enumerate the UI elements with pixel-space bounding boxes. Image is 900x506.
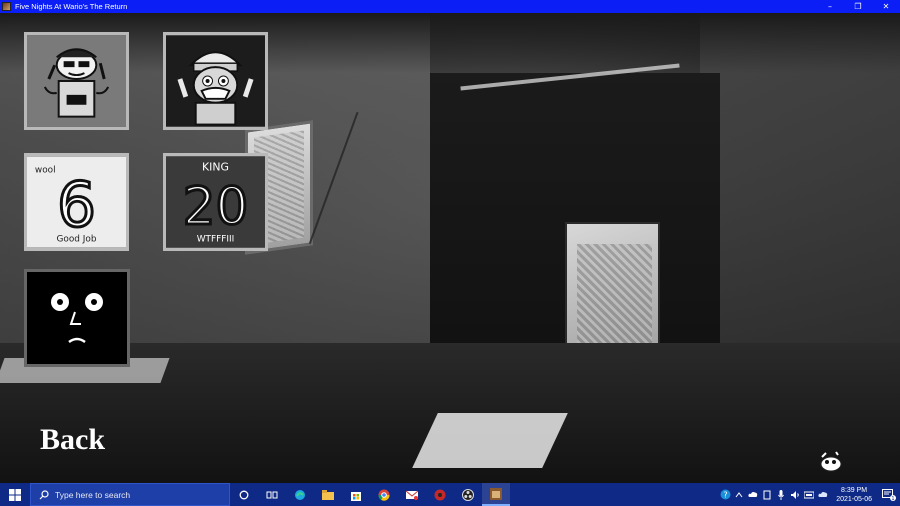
system-tray: ? 8:39 PM 2021-05-06 1	[718, 483, 900, 506]
game-viewport: wool 6 Good Job KING 20 WTFFFIII Back	[0, 13, 900, 483]
clock-time: 8:39 PM	[841, 486, 868, 494]
back-button[interactable]: Back	[40, 423, 105, 457]
notification-button[interactable]: 1	[878, 483, 900, 506]
obs-icon[interactable]	[454, 483, 482, 506]
chevron-up-icon[interactable]	[732, 483, 746, 506]
mascot-icon	[820, 451, 842, 472]
clock-date: 2021-05-06	[836, 495, 872, 503]
tile-4-number: 20	[183, 177, 249, 237]
tile-3-number: 6	[57, 170, 96, 241]
app-icon	[2, 2, 11, 11]
volume-icon[interactable]	[788, 483, 802, 506]
black-face-drawing	[27, 272, 127, 364]
search-placeholder: Type here to search	[55, 489, 131, 500]
background-floor-light	[412, 413, 568, 468]
game-launcher-icon[interactable]	[426, 483, 454, 506]
onedrive-icon[interactable]	[816, 483, 830, 506]
number-twenty-drawing: KING 20 WTFFFIII	[166, 156, 265, 248]
edge-icon[interactable]	[286, 483, 314, 506]
svg-text:?: ?	[723, 491, 727, 500]
windows-logo-icon	[9, 488, 21, 501]
start-button[interactable]	[0, 483, 30, 506]
tile-3-bottom-text: Good Job	[56, 235, 96, 245]
window-title: Five Nights At Wario's The Return	[15, 2, 128, 11]
character-tile-5[interactable]	[24, 269, 130, 367]
tile-4-top-text: KING	[202, 160, 229, 173]
task-view-icon[interactable]	[258, 483, 286, 506]
character-tile-4[interactable]: KING 20 WTFFFIII	[163, 153, 268, 251]
background-ceiling	[0, 13, 900, 73]
character-helmet-drawing	[166, 35, 265, 127]
help-icon[interactable]: ?	[718, 483, 732, 506]
notification-count: 1	[891, 496, 894, 501]
notification-icon: 1	[882, 488, 896, 501]
taskbar: Type here to search ? 8:39 PM 2021-05-06…	[0, 483, 900, 506]
restore-button[interactable]: ❐	[844, 0, 872, 13]
character-tile-1[interactable]	[24, 32, 129, 130]
character-sunglasses-drawing	[27, 35, 126, 127]
minimize-button[interactable]: –	[816, 0, 844, 13]
search-icon	[39, 489, 49, 499]
tile-3-top-text: wool	[35, 165, 56, 175]
taskbar-clock[interactable]: 8:39 PM 2021-05-06	[836, 486, 872, 504]
window-controls: – ❐ ✕	[816, 0, 900, 13]
store-icon[interactable]	[342, 483, 370, 506]
tile-4-bottom-text: WTFFFIII	[197, 235, 235, 245]
character-tile-3[interactable]: wool 6 Good Job	[24, 153, 129, 251]
cloud-icon[interactable]	[746, 483, 760, 506]
file-explorer-icon[interactable]	[314, 483, 342, 506]
cortana-icon[interactable]	[230, 483, 258, 506]
network-icon[interactable]	[802, 483, 816, 506]
mail-icon[interactable]	[398, 483, 426, 506]
game-window-icon[interactable]	[482, 483, 510, 506]
taskbar-search[interactable]: Type here to search	[30, 483, 230, 506]
microphone-icon[interactable]	[774, 483, 788, 506]
close-button[interactable]: ✕	[872, 0, 900, 13]
number-six-drawing: wool 6 Good Job	[27, 156, 126, 248]
title-bar: Five Nights At Wario's The Return – ❐ ✕	[0, 0, 900, 13]
character-tile-2[interactable]	[163, 32, 268, 130]
chrome-icon[interactable]	[370, 483, 398, 506]
device-icon[interactable]	[760, 483, 774, 506]
